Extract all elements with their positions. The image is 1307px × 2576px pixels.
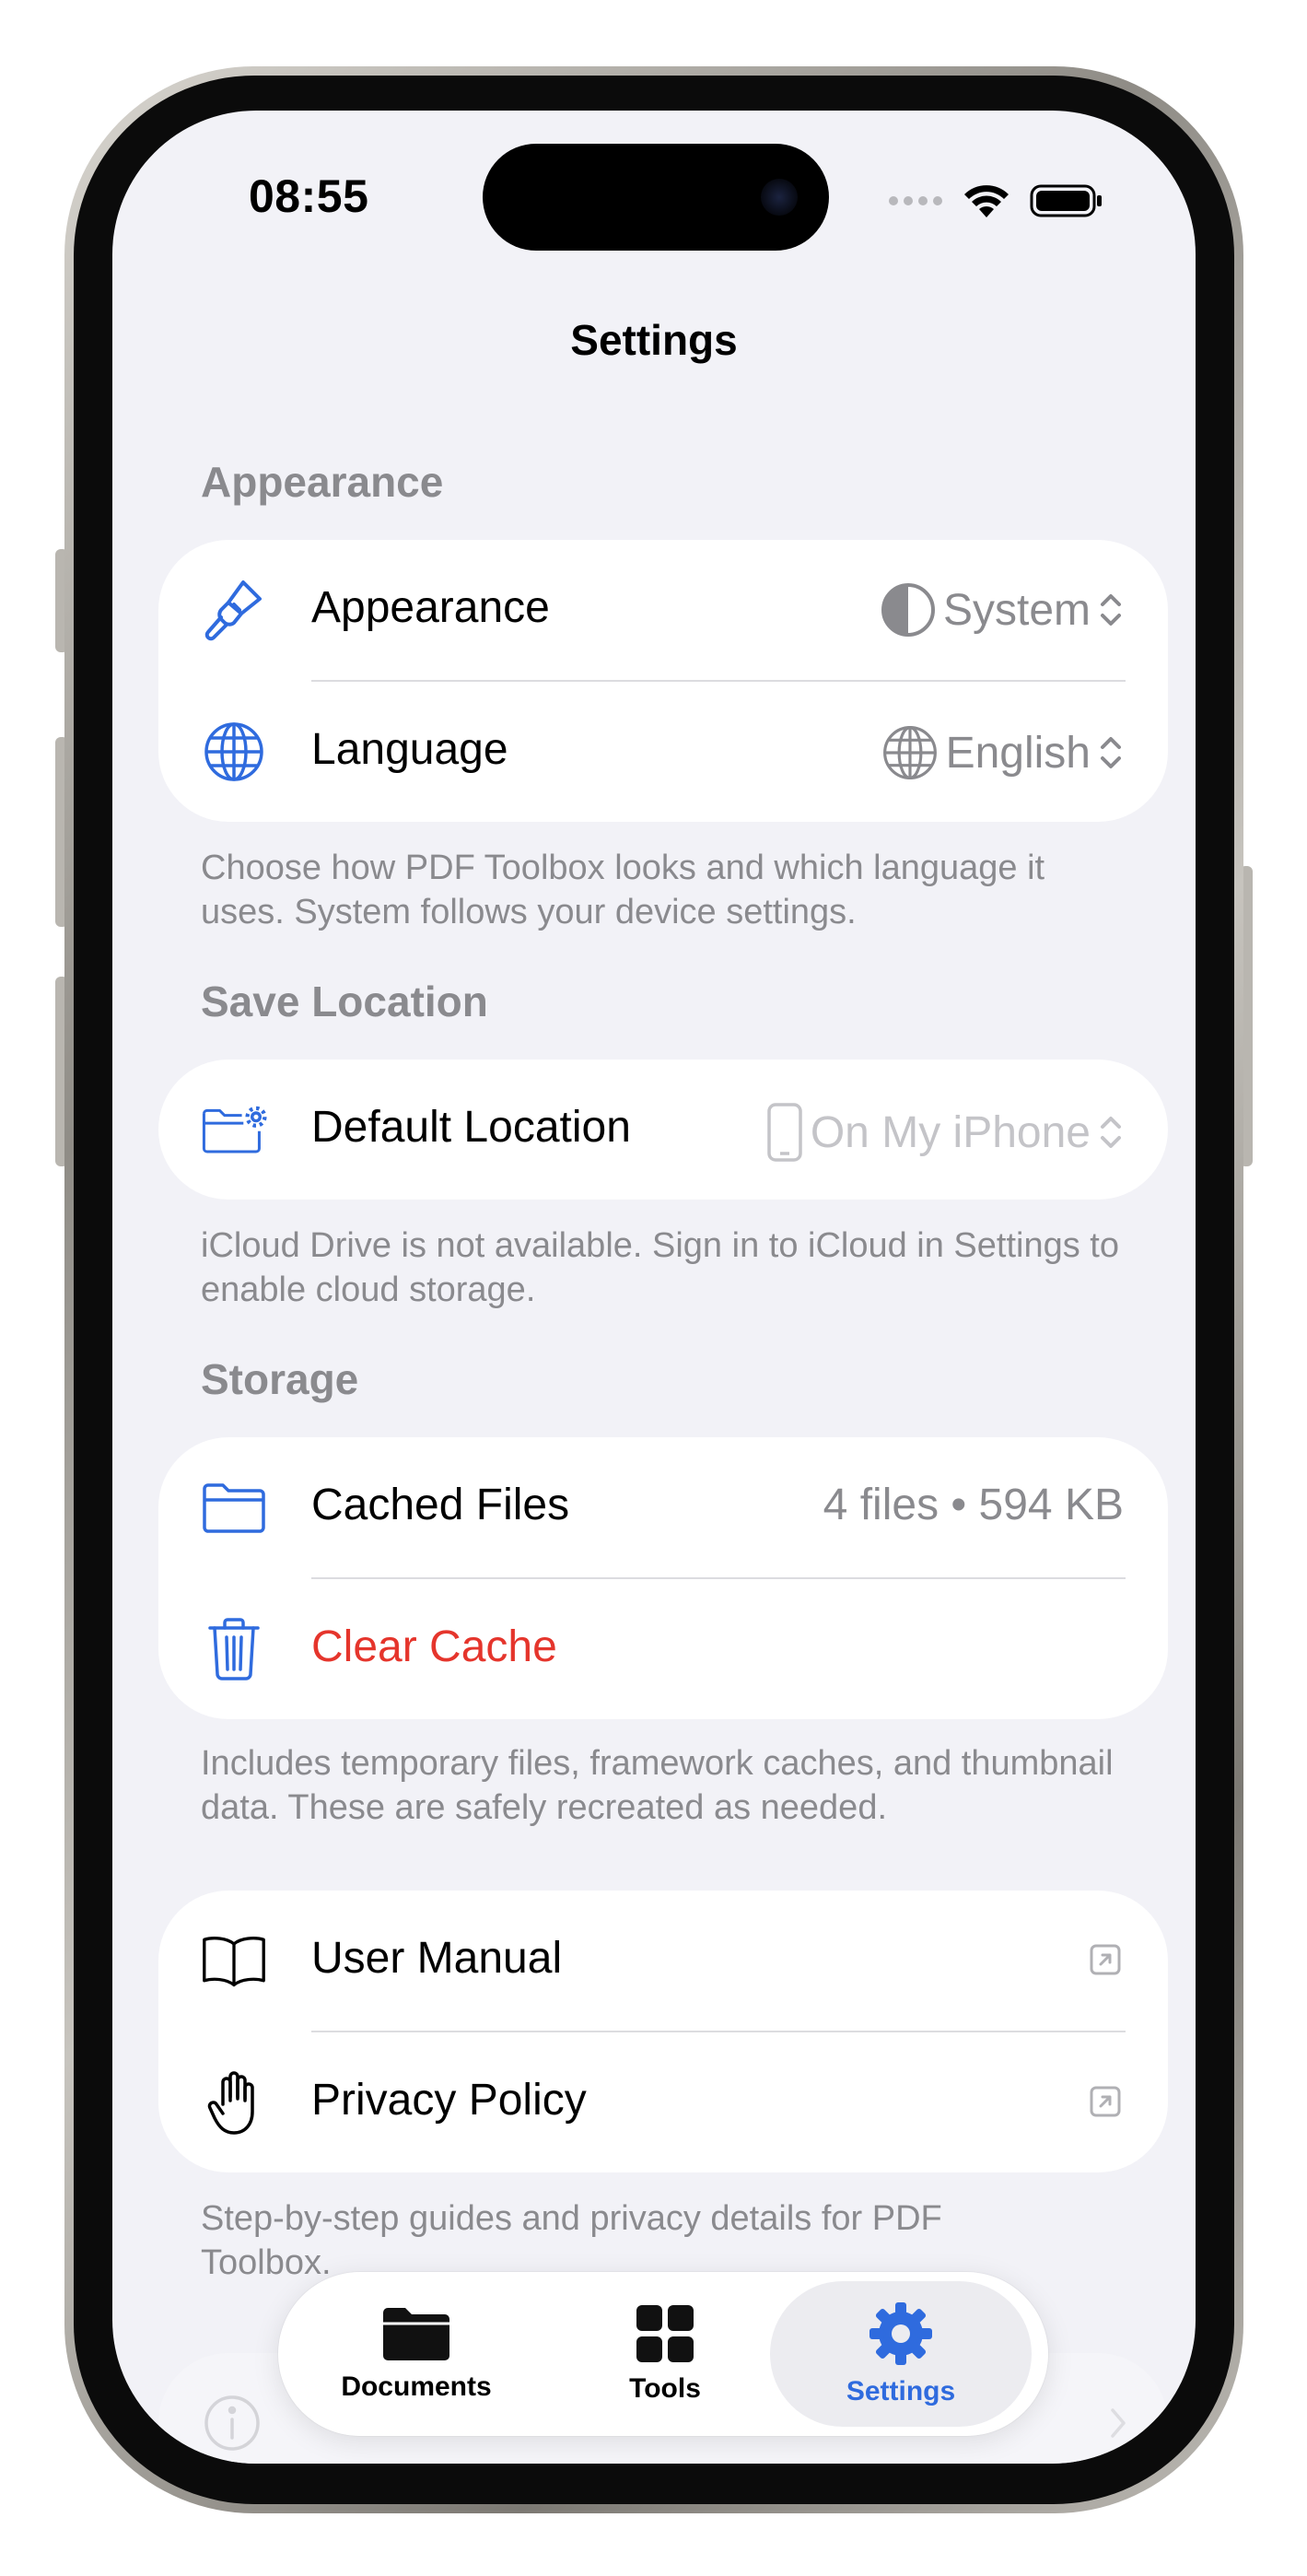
- tab-tools[interactable]: Tools: [554, 2272, 776, 2436]
- battery-icon: [1030, 184, 1102, 217]
- storage-card: Cached Files 4 files • 594 KB Clear Cach…: [158, 1437, 1168, 1719]
- dynamic-island: [483, 144, 829, 251]
- half-circle-icon: [881, 583, 935, 637]
- appearance-row[interactable]: Appearance System: [158, 540, 1168, 680]
- section-header-storage: Storage: [201, 1355, 359, 1403]
- tab-label: Settings: [846, 2376, 956, 2406]
- default-location-picker[interactable]: On My iPhone: [766, 1102, 1124, 1163]
- tab-documents[interactable]: Documents: [306, 2272, 527, 2436]
- appearance-value: System: [942, 585, 1091, 635]
- appearance-label: Appearance: [311, 583, 550, 632]
- chevron-right-icon: [1111, 2408, 1126, 2438]
- iphone-icon: [767, 1103, 802, 1162]
- info-icon: [204, 2395, 260, 2451]
- camera-icon: [761, 179, 798, 216]
- cellular-dots-icon: [889, 196, 942, 205]
- language-row[interactable]: Language English: [158, 682, 1168, 822]
- chevron-updown-icon: [1101, 737, 1121, 768]
- globe-icon: [201, 722, 267, 781]
- clear-cache-button[interactable]: Clear Cache: [158, 1579, 1168, 1719]
- user-manual-label: User Manual: [311, 1934, 563, 1983]
- storage-footer: Includes temporary files, framework cach…: [201, 1744, 1114, 1827]
- tab-bar: Documents Tools Settings: [278, 2272, 1048, 2436]
- external-link-icon: [1090, 1944, 1121, 1975]
- tab-label: Documents: [341, 2371, 492, 2402]
- save-location-footer: iCloud Drive is not available. Sign in t…: [201, 1226, 1119, 1309]
- default-location-value: On My iPhone: [810, 1107, 1091, 1157]
- language-label: Language: [311, 725, 508, 774]
- privacy-policy-row[interactable]: Privacy Policy: [158, 2032, 1168, 2172]
- section-header-appearance: Appearance: [201, 458, 444, 506]
- folder-icon: [383, 2308, 449, 2360]
- status-icons: [888, 182, 1103, 219]
- screen: 08:55 Settings Appearance Appearance Sys…: [112, 111, 1196, 2464]
- save-location-card: Default Location On My iPhone: [158, 1060, 1168, 1200]
- trash-icon: [201, 1618, 267, 1680]
- user-manual-row[interactable]: User Manual: [158, 1891, 1168, 2031]
- chevron-updown-icon: [1101, 594, 1121, 626]
- section-header-save-location: Save Location: [201, 978, 488, 1025]
- cached-files-value: 4 files • 594 KB: [823, 1481, 1124, 1529]
- folder-gear-icon: [201, 1100, 267, 1159]
- appearance-card: Appearance System Language English: [158, 540, 1168, 822]
- globe-icon: [882, 726, 937, 779]
- clear-cache-label: Clear Cache: [311, 1622, 557, 1671]
- grid-icon: [636, 2305, 694, 2362]
- cached-files-row: Cached Files 4 files • 594 KB: [158, 1437, 1168, 1577]
- gear-icon: [869, 2302, 932, 2365]
- default-location-label: Default Location: [311, 1103, 631, 1152]
- chevron-updown-icon: [1101, 1117, 1121, 1148]
- tab-label: Tools: [629, 2373, 701, 2404]
- book-icon: [201, 1931, 267, 1990]
- appearance-picker[interactable]: System: [881, 582, 1124, 638]
- default-location-row[interactable]: Default Location On My iPhone: [158, 1060, 1168, 1200]
- appearance-footer: Choose how PDF Toolbox looks and which l…: [201, 849, 1045, 931]
- info-card: User Manual Privacy Policy: [158, 1891, 1168, 2172]
- language-picker[interactable]: English: [881, 724, 1124, 781]
- wifi-icon: [964, 185, 1009, 217]
- privacy-policy-label: Privacy Policy: [311, 2076, 587, 2125]
- status-time: 08:55: [249, 170, 369, 222]
- folder-icon: [201, 1478, 267, 1537]
- paintbrush-icon: [201, 580, 267, 641]
- external-link-icon: [1090, 2086, 1121, 2117]
- language-value: English: [945, 728, 1091, 778]
- tab-settings[interactable]: Settings: [790, 2272, 1011, 2436]
- cached-files-label: Cached Files: [311, 1481, 570, 1529]
- page-title: Settings: [570, 316, 738, 364]
- hand-raised-icon: [201, 2071, 267, 2135]
